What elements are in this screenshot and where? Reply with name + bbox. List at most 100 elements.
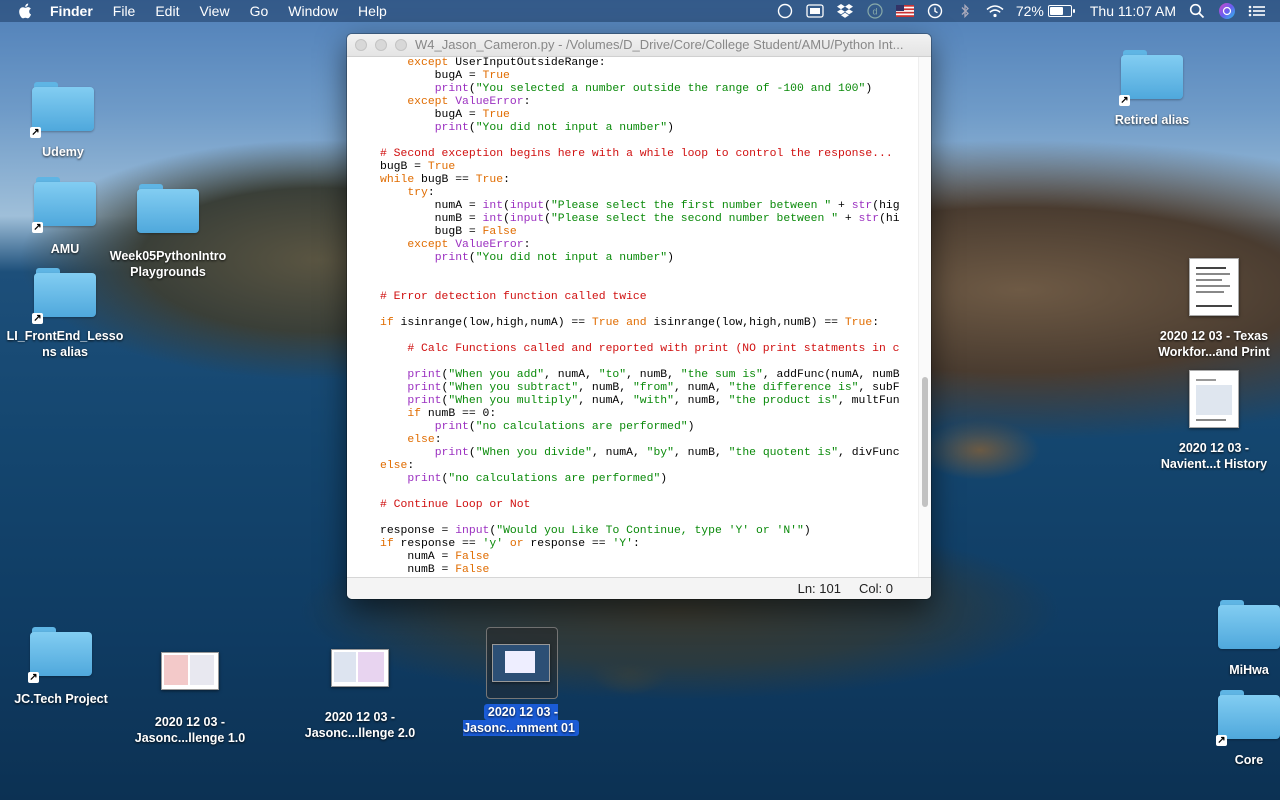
code-line[interactable]: numB = int(input("Please select the seco… [380,213,919,226]
code-line[interactable]: # Second exception begins here with a wh… [380,148,919,161]
code-line[interactable]: while bugB == True: [380,174,919,187]
code-line[interactable]: if response == 'y' or response == 'Y': [380,538,919,551]
code-line[interactable] [380,265,919,278]
code-line[interactable] [380,512,919,525]
scrollbar-thumb[interactable] [922,377,928,507]
desktop-icon-retired-alias[interactable]: ↗ Retired alias [1108,50,1196,128]
desktop-icon-texas[interactable]: 2020 12 03 - Texas Workfor...and Print [1152,258,1276,360]
code-line[interactable]: print("When you multiply", numA, "with",… [380,395,919,408]
svg-text:d: d [872,7,877,17]
menu-bar: Finder File Edit View Go Window Help d 7… [0,0,1280,22]
desktop-icon-navient[interactable]: 2020 12 03 - Navient...t History [1152,370,1276,472]
desktop-icon-label: 2020 12 03 - Jasonc...llenge 1.0 [134,715,246,745]
battery-status[interactable]: 72% [1016,3,1075,19]
code-line[interactable]: numA = int(input("Please select the firs… [380,200,919,213]
desktop-icon-udemy[interactable]: ↗ Udemy [20,82,106,160]
time-machine-icon[interactable] [926,3,944,19]
code-line[interactable]: # Continue Loop or Not [380,499,919,512]
code-line[interactable] [380,304,919,317]
menu-go[interactable]: Go [250,3,269,19]
code-token: True [591,317,620,329]
notification-center-icon[interactable] [1248,3,1266,19]
minimize-button[interactable] [375,39,387,51]
bluetooth-icon[interactable] [956,3,974,19]
code-line[interactable]: print("You did not input a number") [380,122,919,135]
display-icon[interactable] [806,3,824,19]
desktop-icon-li-frontend[interactable]: ↗ LI_FrontEnd_Lessons alias [6,268,124,360]
apple-menu-icon[interactable] [18,0,36,22]
code-line[interactable]: print("You selected a number outside the… [380,83,919,96]
code-line[interactable]: bugA = True [380,109,919,122]
us-flag-icon[interactable] [895,3,914,19]
desktop-icon-jctech[interactable]: ↗ JC.Tech Project [10,627,112,707]
code-line[interactable]: response = input("Would you Like To Cont… [380,525,919,538]
alias-arrow-icon: ↗ [32,313,43,324]
code-line[interactable]: else: [380,434,919,447]
code-line[interactable]: print("When you subtract", numB, "from",… [380,382,919,395]
desktop-icon-label: 2020 12 03 - Jasonc...mment 01 [463,704,579,736]
desktop-icon-week05[interactable]: Week05PythonIntroPlaygrounds [108,184,228,280]
code-line[interactable]: print("no calculations are performed") [380,473,919,486]
code-line[interactable]: bugB = True [380,161,919,174]
code-line[interactable]: # Error detection function called twice [380,291,919,304]
siri-icon[interactable] [1218,3,1236,19]
code-line[interactable]: print("You did not input a number") [380,252,919,265]
code-token: ( [468,252,476,264]
code-line[interactable]: print("When you divide", numA, "by", num… [380,447,919,460]
wifi-icon[interactable] [986,3,1004,19]
screen-mirroring-icon[interactable] [776,3,794,19]
code-line[interactable]: else: [380,460,919,473]
menu-help[interactable]: Help [358,3,387,19]
dropbox-icon[interactable] [836,3,854,19]
close-button[interactable] [355,39,367,51]
code-line[interactable]: numA = False [380,551,919,564]
window-titlebar[interactable]: W4_Jason_Cameron.py - /Volumes/D_Drive/C… [347,34,931,57]
desktop-icon-challenge-2[interactable]: 2020 12 03 - Jasonc...llenge 2.0 [302,649,418,741]
code-token: "When you divide" [475,447,592,459]
code-line[interactable] [380,135,919,148]
desktop-icon-label: Retired alias [1114,113,1190,127]
code-line[interactable]: bugA = True [380,70,919,83]
code-line[interactable]: bugB = False [380,226,919,239]
code-line[interactable]: # Calc Functions called and reported wit… [380,343,919,356]
code-token: "from" [632,382,674,394]
code-line[interactable]: try: [380,187,919,200]
desktop-icon-challenge-1[interactable]: 2020 12 03 - Jasonc...llenge 1.0 [132,652,248,746]
menu-window[interactable]: Window [288,3,338,19]
code-token: , numA, [591,447,647,459]
code-line[interactable]: except UserInputOutsideRange: [380,57,919,70]
vertical-scrollbar[interactable] [918,57,931,578]
desktop-icon-core[interactable]: ↗ Core [1212,690,1280,768]
zoom-button[interactable] [395,39,407,51]
code-line[interactable]: if numB == 0: [380,408,919,421]
code-line[interactable] [380,278,919,291]
desktop-icon-comment-01[interactable]: 2020 12 03 - Jasonc...mment 01 [458,644,584,736]
desktop-icon-amu[interactable]: ↗ AMU [22,177,108,257]
menu-edit[interactable]: Edit [155,3,179,19]
code-editor[interactable]: except UserInputOutsideRange: bugA = Tru… [347,57,919,578]
code-line[interactable] [380,330,919,343]
code-line[interactable] [380,486,919,499]
code-text[interactable]: except UserInputOutsideRange: bugA = Tru… [347,57,919,577]
code-line[interactable]: print("no calculations are performed") [380,421,919,434]
code-line[interactable]: print("When you add", numA, "to", numB, … [380,369,919,382]
code-line[interactable]: if isinrange(low,high,numA) == True and … [380,317,919,330]
code-line[interactable]: except ValueError: [380,239,919,252]
code-token: : [523,96,531,108]
code-token: response == [393,538,483,550]
code-line[interactable]: numB = False [380,564,919,577]
code-token: "When you subtract" [448,382,579,394]
menu-finder[interactable]: Finder [50,3,93,19]
code-token: "to" [598,369,627,381]
accessibility-icon[interactable]: d [866,3,884,19]
code-token: True [475,174,504,186]
menubar-clock[interactable]: Thu 11:07 AM [1090,3,1176,19]
code-line[interactable]: except ValueError: [380,96,919,109]
spotlight-search-icon[interactable] [1188,3,1206,19]
code-token: except [407,239,449,251]
code-line[interactable] [380,356,919,369]
desktop-icon-mihwa[interactable]: MiHwa [1212,600,1280,678]
menu-view[interactable]: View [199,3,229,19]
menu-file[interactable]: File [113,3,136,19]
